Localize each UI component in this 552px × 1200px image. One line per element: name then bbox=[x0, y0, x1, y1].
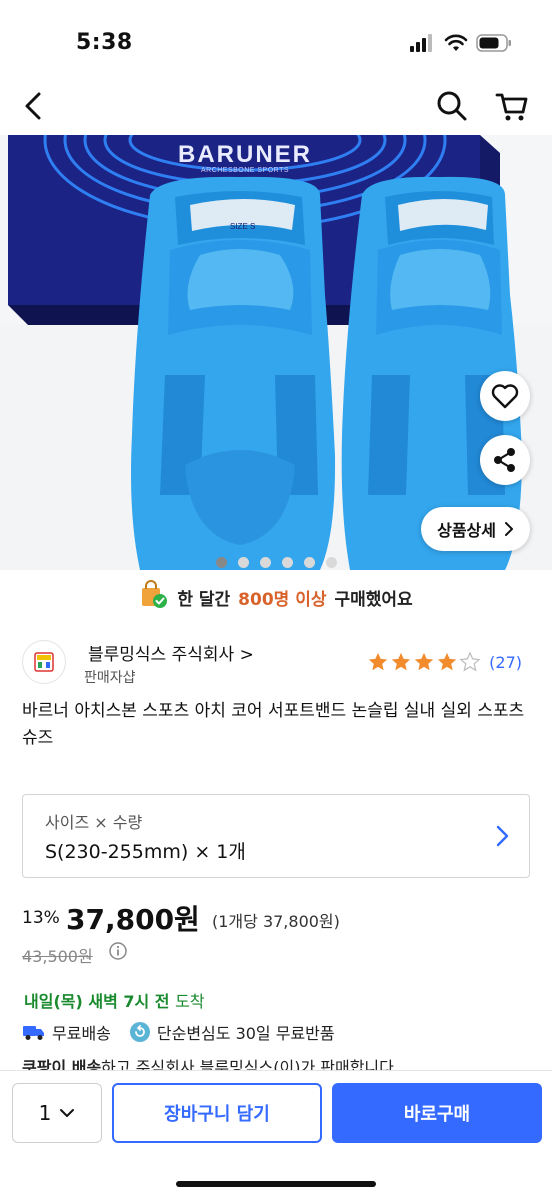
free-return-label: 단순변심도 30일 무료반품 bbox=[156, 1024, 335, 1043]
cellular-signal-icon bbox=[410, 34, 436, 56]
product-detail-button[interactable]: 상품상세 bbox=[421, 507, 530, 551]
box-size-label: SIZE S bbox=[230, 222, 256, 231]
seller-logo[interactable] bbox=[22, 640, 66, 684]
quantity-value: 1 bbox=[38, 1101, 52, 1125]
bottom-action-bar: 1 장바구니 담기 바로구매 bbox=[0, 1070, 552, 1200]
original-price: 43,500원 bbox=[22, 947, 93, 966]
free-shipping-label: 무료배송 bbox=[52, 1024, 111, 1043]
info-icon[interactable] bbox=[108, 941, 128, 961]
truck-icon bbox=[23, 1026, 44, 1040]
wifi-icon bbox=[444, 34, 468, 56]
carousel-dot[interactable] bbox=[238, 557, 249, 568]
star-filled-icon bbox=[414, 652, 434, 671]
cart-button[interactable] bbox=[494, 88, 530, 124]
chevron-down-icon bbox=[60, 1109, 75, 1117]
star-filled-icon bbox=[437, 652, 457, 671]
star-filled-icon bbox=[391, 652, 411, 671]
quantity-select[interactable]: 1 bbox=[12, 1083, 102, 1143]
delivery-date-text: 내일(목) 새벽 7시 전 bbox=[24, 992, 170, 1011]
search-button[interactable] bbox=[434, 88, 470, 124]
chevron-right-icon bbox=[496, 825, 509, 847]
shopping-bag-check-icon bbox=[139, 579, 169, 615]
product-detail-label: 상품상세 bbox=[437, 521, 496, 540]
review-count[interactable]: (27) bbox=[489, 653, 522, 672]
battery-icon bbox=[476, 34, 512, 56]
seller-name-link[interactable]: 블루밍식스 주식회사 > bbox=[88, 640, 254, 665]
sale-price: 37,800원 bbox=[66, 903, 200, 936]
option-value: S(230-255mm) × 1개 bbox=[45, 841, 246, 863]
return-icon bbox=[129, 1022, 150, 1042]
status-icons bbox=[410, 34, 512, 56]
add-to-cart-button[interactable]: 장바구니 담기 bbox=[112, 1083, 322, 1143]
back-button[interactable] bbox=[16, 88, 52, 124]
banner-highlight: 800명 이상 bbox=[238, 589, 327, 610]
home-indicator[interactable] bbox=[176, 1181, 376, 1187]
heart-icon bbox=[491, 384, 519, 409]
status-time: 5:38 bbox=[76, 30, 133, 55]
unit-price: (1개당 37,800원) bbox=[212, 912, 340, 931]
status-bar: 5:38 bbox=[0, 0, 552, 80]
star-empty-icon bbox=[459, 651, 481, 672]
delivery-date: 내일(목) 새벽 7시 전 도착 bbox=[24, 988, 205, 1012]
product-photo bbox=[0, 135, 552, 570]
option-selector[interactable]: 사이즈 × 수량 S(230-255mm) × 1개 bbox=[22, 794, 530, 878]
carousel-dot[interactable] bbox=[326, 557, 337, 568]
rating-stars bbox=[367, 651, 481, 673]
discount-rate: 13% bbox=[22, 908, 60, 928]
carousel-dot[interactable] bbox=[216, 557, 227, 568]
shipping-info: 무료배송 단순변심도 30일 무료반품 bbox=[22, 1020, 335, 1044]
option-label: 사이즈 × 수량 bbox=[45, 813, 143, 832]
carousel-dot[interactable] bbox=[304, 557, 315, 568]
carousel-dot[interactable] bbox=[260, 557, 271, 568]
purchase-count-banner: 한 달간 800명 이상 구매했어요 bbox=[0, 579, 552, 615]
banner-suffix: 구매했어요 bbox=[334, 589, 413, 610]
carousel-dot[interactable] bbox=[282, 557, 293, 568]
share-icon bbox=[494, 448, 515, 472]
brand-logo: BARUNER bbox=[178, 141, 312, 168]
product-image-carousel[interactable]: BARUNER ARCHESBONE SPORTS SIZE S 상품상세 bbox=[0, 135, 552, 570]
wishlist-button[interactable] bbox=[480, 371, 530, 421]
carousel-indicator bbox=[216, 557, 337, 568]
store-icon bbox=[34, 652, 54, 672]
product-title: 바르너 아치스본 스포츠 아치 코어 서포트밴드 논슬립 실내 실외 스포츠슈즈 bbox=[22, 701, 525, 748]
brand-sub: ARCHESBONE SPORTS bbox=[200, 167, 290, 174]
banner-prefix: 한 달간 bbox=[177, 589, 231, 610]
share-button[interactable] bbox=[480, 435, 530, 485]
buy-now-button[interactable]: 바로구매 bbox=[332, 1083, 542, 1143]
search-icon bbox=[437, 91, 467, 121]
star-filled-icon bbox=[368, 652, 388, 671]
nav-bar bbox=[0, 80, 552, 132]
delivery-suffix: 도착 bbox=[175, 992, 205, 1011]
chevron-left-icon bbox=[25, 92, 41, 120]
chevron-right-icon bbox=[505, 522, 513, 536]
seller-type: 판매자샵 bbox=[84, 670, 136, 686]
rating-summary[interactable]: (27) bbox=[367, 651, 522, 673]
cart-icon bbox=[495, 93, 528, 121]
